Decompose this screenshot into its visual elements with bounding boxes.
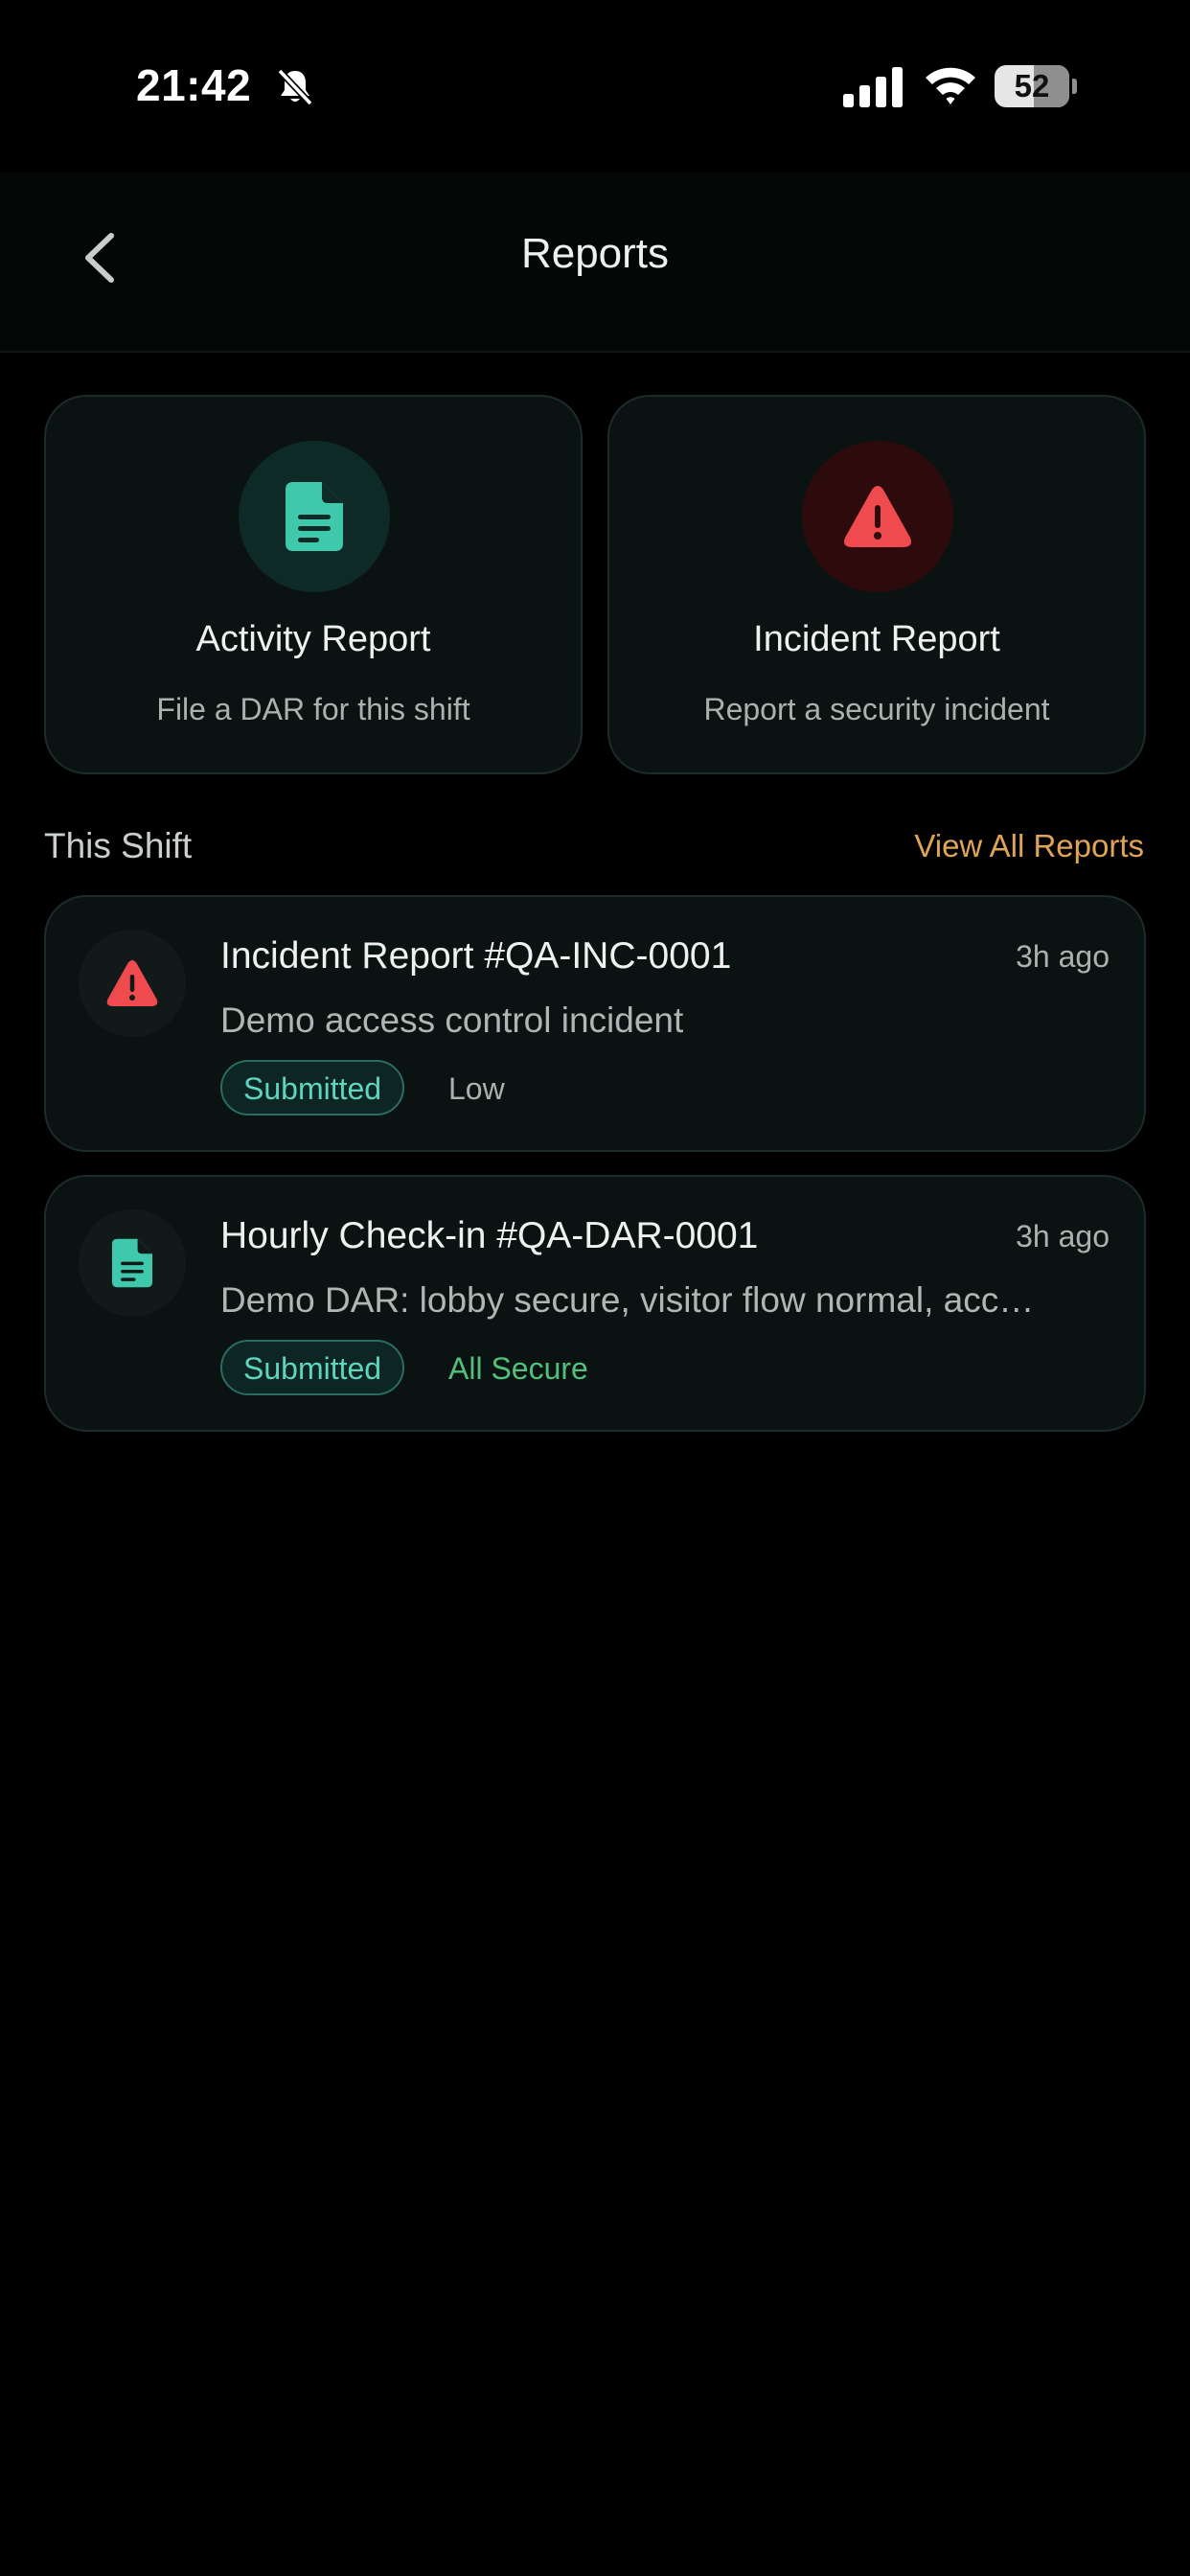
report-time: 3h ago [1016,939,1110,974]
warning-icon [106,960,158,1006]
wifi-icon [926,67,975,104]
warning-icon [844,486,911,547]
page-title: Reports [520,230,670,277]
battery-body: 52 [995,65,1069,107]
list-item[interactable]: Hourly Check-in #QA-DAR-0001 3h ago Demo… [44,1175,1146,1432]
status-label: All Secure [448,1351,588,1386]
status-bar: 21:42 52 [0,0,1190,172]
report-title: Incident Report #QA-INC-0001 [220,935,732,977]
status-time: 21:42 [136,60,252,110]
report-time: 3h ago [1016,1219,1110,1254]
incident-report-title: Incident Report [753,619,1000,659]
status-badge: Submitted [220,1060,405,1116]
battery-level: 52 [1014,68,1050,104]
report-icon-circle [79,1209,186,1317]
severity-label: Low [448,1071,505,1106]
activity-report-card[interactable]: Activity Report File a DAR for this shif… [44,395,583,774]
document-icon [286,482,343,551]
activity-report-title: Activity Report [195,619,431,659]
navigation-bar: Reports [0,172,1190,353]
battery-indicator: 52 [995,65,1077,107]
report-icon-circle [79,930,186,1037]
document-icon [112,1238,152,1288]
cellular-signal-icon [843,67,903,107]
list-item[interactable]: Incident Report #QA-INC-0001 3h ago Demo… [44,895,1146,1152]
view-all-reports-link[interactable]: View All Reports [914,828,1144,864]
incident-icon-circle [802,441,953,592]
report-description: Demo DAR: lobby secure, visitor flow nor… [220,1280,1035,1320]
incident-report-card[interactable]: Incident Report Report a security incide… [607,395,1146,774]
status-badge: Submitted [220,1340,405,1395]
bell-off-icon [277,68,313,106]
battery-tip [1072,79,1077,94]
activity-icon-circle [239,441,390,592]
activity-report-subtitle: File a DAR for this shift [156,692,470,726]
section-title: This Shift [44,826,193,865]
incident-report-subtitle: Report a security incident [703,692,1050,726]
report-title: Hourly Check-in #QA-DAR-0001 [220,1215,759,1256]
report-description: Demo access control incident [220,1000,684,1040]
